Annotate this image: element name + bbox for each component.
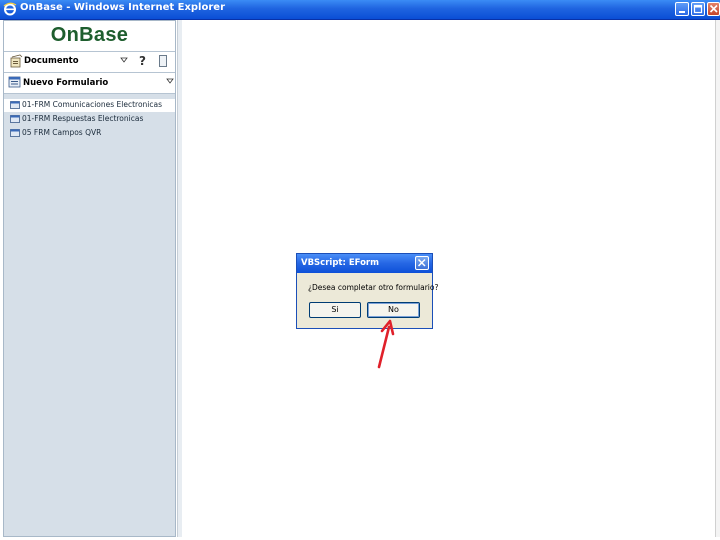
chevron-down-icon[interactable] <box>120 56 128 64</box>
form-item-label: 05 FRM Campos QVR <box>22 128 102 137</box>
minimize-button[interactable] <box>675 2 689 16</box>
close-icon <box>709 4 718 13</box>
maximize-button[interactable] <box>691 2 705 16</box>
dialog-title-bar: VBScript: EForm <box>297 254 432 273</box>
close-window-button[interactable] <box>707 2 720 16</box>
window-title: OnBase - Windows Internet Explorer <box>20 2 225 13</box>
sidebar-frame: OnBase Documento ? Nuevo Formulario 01-F… <box>3 20 176 537</box>
form-icon <box>10 129 20 137</box>
document-selector-label: Documento <box>24 56 79 66</box>
help-icon[interactable]: ? <box>139 54 149 69</box>
list-item[interactable]: 05 FRM Campos QVR <box>4 127 175 140</box>
document-retrieval-icon <box>10 54 23 68</box>
form-icon <box>8 76 21 88</box>
annotation-arrow-icon <box>377 319 395 369</box>
vbscript-dialog: VBScript: EForm ¿Desea completar otro fo… <box>296 253 438 329</box>
forms-selector[interactable]: Nuevo Formulario <box>4 73 175 94</box>
forms-selector-label: Nuevo Formulario <box>23 78 109 88</box>
dialog-message: ¿Desea completar otro formulario? <box>308 283 439 292</box>
dialog-close-button[interactable] <box>415 256 429 270</box>
close-icon <box>417 258 426 267</box>
no-button[interactable]: No <box>367 302 420 318</box>
form-icon <box>10 101 20 109</box>
form-item-label: 01-FRM Respuestas Electronicas <box>22 114 144 123</box>
minimize-icon <box>679 11 685 13</box>
dialog-title: VBScript: EForm <box>301 258 379 268</box>
maximize-icon <box>693 4 703 14</box>
chevron-down-icon[interactable] <box>166 77 174 85</box>
form-list: 01-FRM Comunicaciones Electronicas 01-FR… <box>4 99 175 141</box>
form-item-label: 01-FRM Comunicaciones Electronicas <box>22 100 162 109</box>
panel-toggle-icon[interactable] <box>159 55 167 67</box>
form-icon <box>10 115 20 123</box>
scrollbar[interactable] <box>715 20 720 537</box>
ie-icon <box>3 2 17 16</box>
frame-splitter[interactable] <box>177 20 182 537</box>
logo-panel: OnBase <box>4 21 175 52</box>
list-item[interactable]: 01-FRM Comunicaciones Electronicas <box>4 99 175 112</box>
onbase-logo: OnBase <box>50 24 129 46</box>
window-title-bar: OnBase - Windows Internet Explorer <box>0 0 720 20</box>
document-selector[interactable]: Documento ? <box>4 52 175 73</box>
yes-button[interactable]: Si <box>309 302 361 318</box>
list-item[interactable]: 01-FRM Respuestas Electronicas <box>4 113 175 126</box>
